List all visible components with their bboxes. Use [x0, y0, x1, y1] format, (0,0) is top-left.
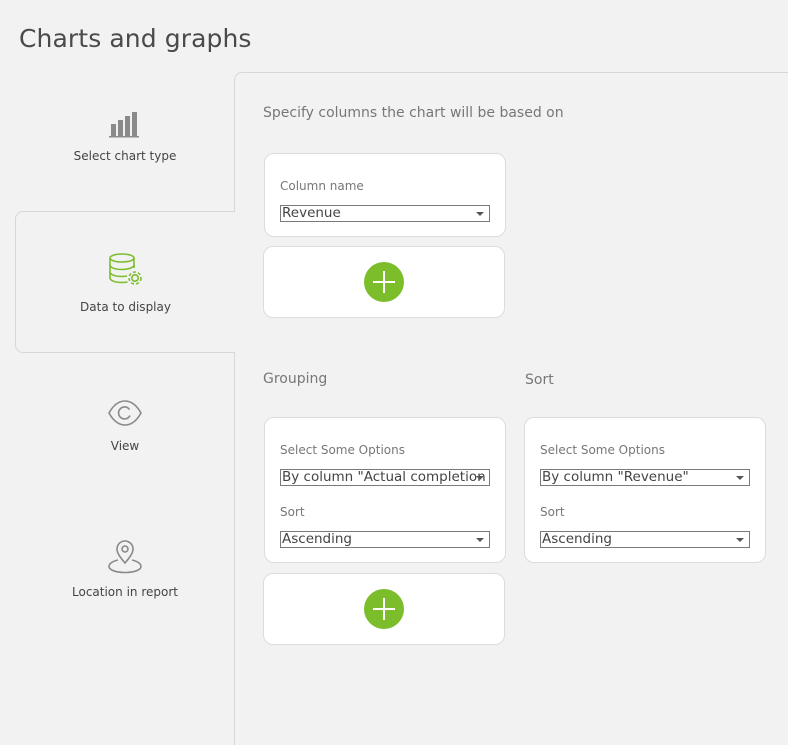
chevron-down-icon	[476, 212, 484, 216]
grouping-sort-label: Sort	[280, 505, 305, 519]
database-settings-icon	[108, 251, 144, 290]
add-grouping-button[interactable]	[364, 589, 404, 629]
grouping-card: Select Some Options By column "Actual co…	[264, 417, 506, 563]
location-pin-icon	[107, 540, 143, 577]
grouping-sort-select[interactable]: Ascending	[280, 531, 490, 548]
sort-column-select[interactable]: By column "Revenue"	[540, 469, 750, 486]
select-value: Revenue	[282, 206, 341, 221]
grouping-heading: Grouping	[263, 371, 328, 387]
sort-options-label: Select Some Options	[540, 443, 665, 457]
sort-order-label: Sort	[540, 505, 565, 519]
column-name-label: Column name	[280, 179, 364, 193]
nav-item-view[interactable]: View	[15, 398, 235, 453]
select-value: Ascending	[282, 532, 352, 547]
nav-item-data-to-display[interactable]: Data to display	[15, 211, 235, 353]
select-value: By column "Revenue"	[542, 470, 689, 485]
nav-item-location-in-report[interactable]: Location in report	[15, 540, 235, 599]
eye-icon	[107, 398, 143, 431]
sort-card: Select Some Options By column "Revenue" …	[524, 417, 766, 563]
column-card: Column name Revenue	[264, 153, 506, 237]
section-subtitle: Specify columns the chart will be based …	[263, 105, 564, 121]
chevron-down-icon	[476, 538, 484, 542]
nav-label: Data to display	[80, 299, 171, 314]
grouping-column-select[interactable]: By column "Actual completion da	[280, 469, 490, 486]
bar-chart-icon	[108, 110, 142, 141]
nav-item-select-chart-type[interactable]: Select chart type	[15, 110, 235, 163]
sort-heading: Sort	[525, 372, 554, 388]
add-grouping-card	[263, 573, 505, 645]
select-value: By column "Actual completion da	[282, 470, 489, 485]
sort-order-select[interactable]: Ascending	[540, 531, 750, 548]
column-name-select[interactable]: Revenue	[280, 205, 490, 222]
nav-label: View	[110, 439, 140, 453]
chevron-down-icon	[476, 476, 484, 480]
page: Charts and graphs Select chart type Data…	[0, 0, 788, 745]
page-title: Charts and graphs	[19, 24, 252, 53]
chevron-down-icon	[736, 476, 744, 480]
nav-label: Select chart type	[73, 149, 177, 163]
grouping-options-label: Select Some Options	[280, 443, 405, 457]
add-column-card	[263, 246, 505, 318]
chevron-down-icon	[736, 538, 744, 542]
select-value: Ascending	[542, 532, 612, 547]
add-column-button[interactable]	[364, 262, 404, 302]
nav-label: Location in report	[72, 585, 178, 599]
